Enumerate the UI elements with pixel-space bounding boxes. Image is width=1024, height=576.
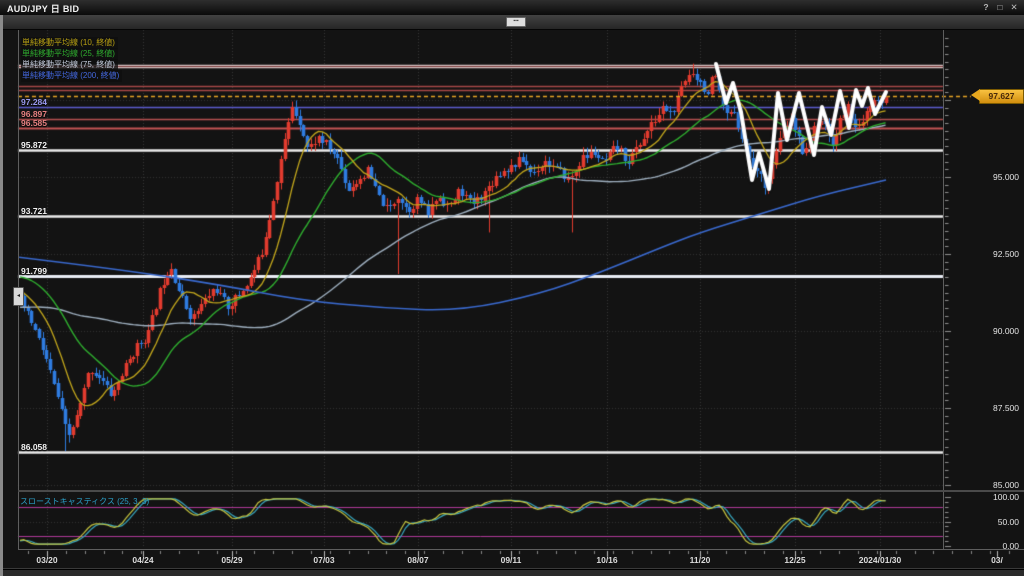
date-axis-label: 2024/01/30 (850, 555, 910, 565)
date-axis-label: 03/20 (17, 555, 77, 565)
price-level-label: 93.721 (21, 206, 47, 216)
stochastic-legend[interactable]: スローストキャスティクス (25, 3, 3) (20, 496, 149, 507)
date-axis-label: 03/ (967, 555, 1024, 565)
help-button[interactable]: ? (980, 2, 992, 13)
title-bar[interactable]: AUD/JPY 日 BID ? □ ✕ (0, 0, 1024, 16)
date-axis-label: 09/11 (481, 555, 541, 565)
stoch-axis-label: 0.00 (945, 541, 1019, 551)
y-axis-label: 95.000 (945, 172, 1019, 182)
date-axis-label: 11/20 (670, 555, 730, 565)
price-axis-divider[interactable] (943, 29, 944, 550)
current-price-tag: 97.627 (979, 89, 1024, 104)
y-axis-label: 87.500 (945, 403, 1019, 413)
stoch-axis-label: 100.00 (945, 492, 1019, 502)
y-axis-label: 85.000 (945, 480, 1019, 490)
price-level-label: 91.799 (21, 266, 47, 276)
window-bottom-strip (0, 569, 1024, 576)
price-level-label: 95.872 (21, 140, 47, 150)
date-axis-label: 10/16 (577, 555, 637, 565)
y-axis-label: 92.500 (945, 249, 1019, 259)
trading-chart-window: AUD/JPY 日 BID ? □ ✕ ▪▪▪ ◂ 単純移動平均線 (10, 終… (0, 0, 1024, 576)
y-axis-label: 90.000 (945, 326, 1019, 336)
stoch-axis-label: 50.00 (945, 517, 1019, 527)
maximize-button[interactable]: □ (994, 2, 1006, 13)
date-axis-label: 12/25 (765, 555, 825, 565)
date-axis-label: 07/03 (294, 555, 354, 565)
panel-collapse-handle[interactable]: ▪▪▪ (506, 17, 526, 27)
sidebar-expander-button[interactable]: ◂ (13, 287, 24, 306)
price-level-label: 96.585 (21, 118, 47, 128)
date-axis-label: 04/24 (113, 555, 173, 565)
price-level-label: 86.058 (21, 442, 47, 452)
panel-splitter[interactable] (18, 490, 1024, 492)
close-button[interactable]: ✕ (1008, 2, 1020, 13)
toolbar-strip: ▪▪▪ (0, 15, 1024, 30)
date-axis-label: 05/29 (202, 555, 262, 565)
left-window-frame (0, 15, 3, 576)
chart-title: AUD/JPY 日 BID (7, 2, 79, 15)
price-level-label: 97.284 (21, 97, 47, 107)
legend-ma200[interactable]: 単純移動平均線 (200, 終値) (21, 70, 122, 82)
date-axis-label: 08/07 (388, 555, 448, 565)
price-level-label: 96.897 (21, 109, 47, 119)
stoch-frame-bottom (18, 549, 1024, 550)
